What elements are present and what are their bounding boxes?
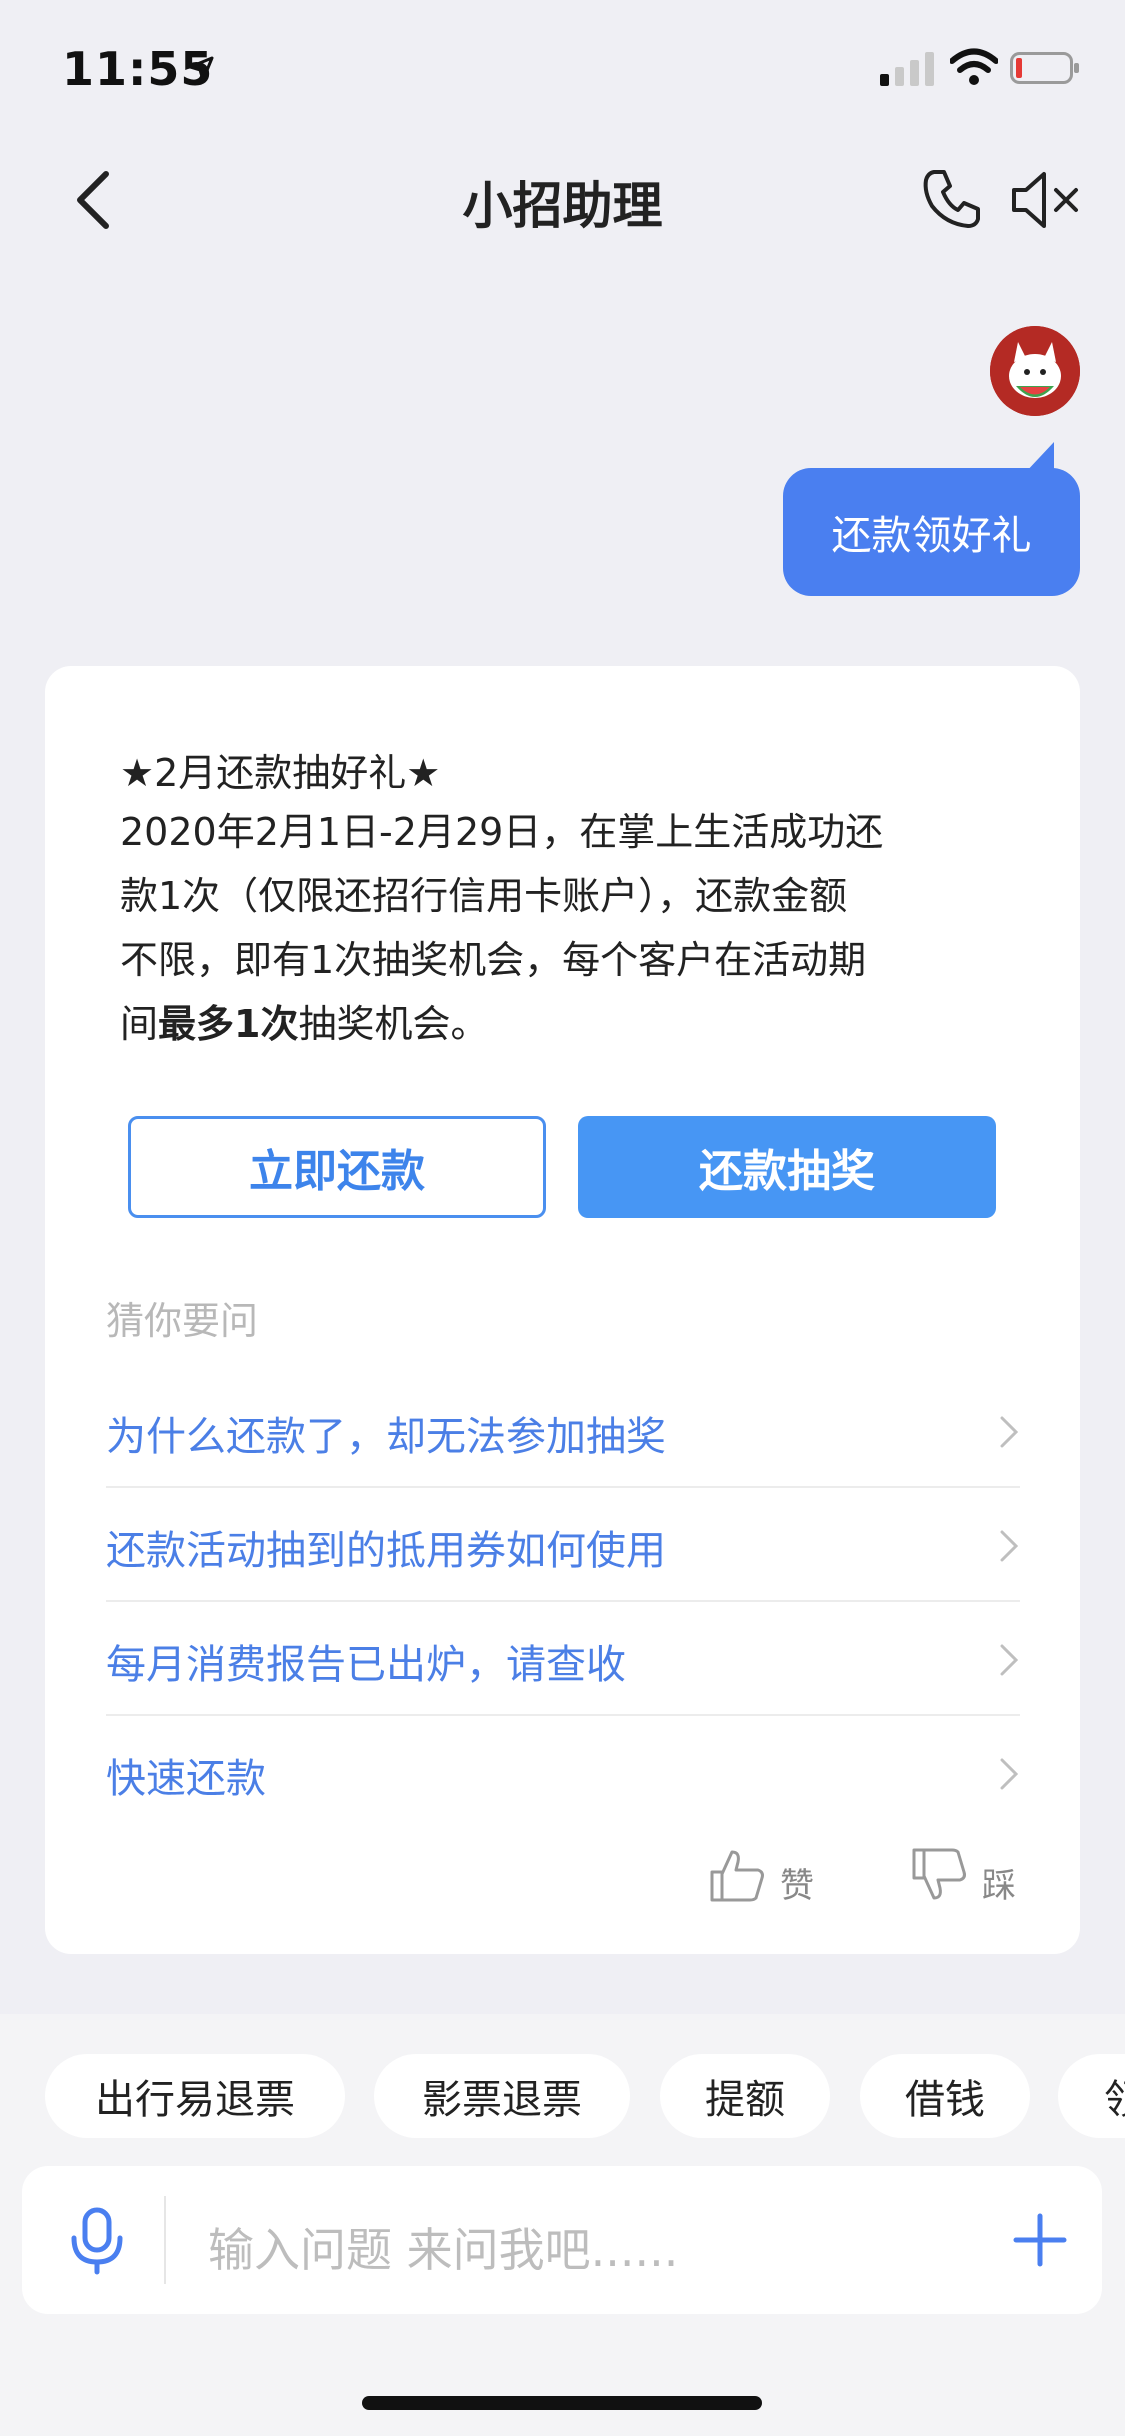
user-avatar[interactable] xyxy=(990,326,1080,416)
chat-input-placeholder[interactable]: 输入问题 来问我吧...... xyxy=(208,2214,678,2280)
microphone-icon[interactable] xyxy=(66,2206,128,2276)
chevron-right-icon xyxy=(1000,1416,1019,1448)
battery-icon xyxy=(1010,52,1079,84)
question-item[interactable]: 快速还款 xyxy=(106,1714,1020,1828)
question-item[interactable]: 为什么还款了，却无法参加抽奖 xyxy=(106,1372,1020,1488)
question-text: 还款活动抽到的抵用券如何使用 xyxy=(106,1528,666,1574)
like-label[interactable]: 赞 xyxy=(780,1858,814,1907)
card-body-text: 抽奖机会。 xyxy=(298,1002,489,1046)
pay-now-button[interactable]: 立即还款 xyxy=(128,1116,546,1218)
location-arrow-icon xyxy=(188,56,214,82)
input-divider xyxy=(164,2196,166,2284)
quick-chip[interactable]: 出行易退票 xyxy=(45,2054,345,2138)
question-text: 为什么还款了，却无法参加抽奖 xyxy=(106,1414,666,1460)
question-item[interactable]: 还款活动抽到的抵用券如何使用 xyxy=(106,1486,1020,1602)
home-indicator xyxy=(362,2396,762,2410)
guess-section-label: 猜你要问 xyxy=(106,1299,259,1343)
card-body-bold: 最多1次 xyxy=(158,1002,299,1046)
chevron-right-icon xyxy=(1000,1758,1019,1790)
phone-icon[interactable] xyxy=(920,166,984,230)
user-message-bubble[interactable]: 还款领好礼 xyxy=(783,468,1080,596)
card-body-line-2: 款1次（仅限还招行信用卡账户），还款金额 xyxy=(120,874,848,918)
quick-chip[interactable]: 借钱 xyxy=(860,2054,1030,2138)
quick-chip[interactable]: 影票退票 xyxy=(374,2054,630,2138)
card-body-line-4: 间最多1次抽奖机会。 xyxy=(120,992,1000,1056)
speaker-mute-icon[interactable] xyxy=(1010,170,1082,230)
plus-icon[interactable] xyxy=(1012,2212,1068,2268)
quick-chip[interactable]: 提额 xyxy=(660,2054,830,2138)
card-body-line-3: 不限，即有1次抽奖机会，每个客户在活动期 xyxy=(120,938,867,982)
question-text: 每月消费报告已出炉，请查收 xyxy=(106,1642,626,1688)
chevron-right-icon xyxy=(1000,1530,1019,1562)
card-body: 2020年2月1日-2月29日，在掌上生活成功还 款1次（仅限还招行信用卡账户）… xyxy=(120,800,1000,1056)
dislike-label[interactable]: 踩 xyxy=(982,1858,1016,1907)
question-item[interactable]: 每月消费报告已出炉，请查收 xyxy=(106,1600,1020,1716)
avatar-character-icon xyxy=(990,326,1080,416)
chevron-right-icon xyxy=(1000,1644,1019,1676)
card-body-text: 间 xyxy=(120,1002,159,1046)
question-text: 快速还款 xyxy=(106,1756,266,1802)
thumbs-down-icon[interactable] xyxy=(910,1846,968,1904)
card-title: ★2月还款抽好礼★ xyxy=(120,751,441,795)
cellular-signal-icon xyxy=(880,52,934,86)
card-body-line-1: 2020年2月1日-2月29日，在掌上生活成功还 xyxy=(120,810,884,854)
lottery-button[interactable]: 还款抽奖 xyxy=(578,1116,996,1218)
wifi-icon xyxy=(950,48,998,85)
thumbs-up-icon[interactable] xyxy=(708,1846,766,1904)
